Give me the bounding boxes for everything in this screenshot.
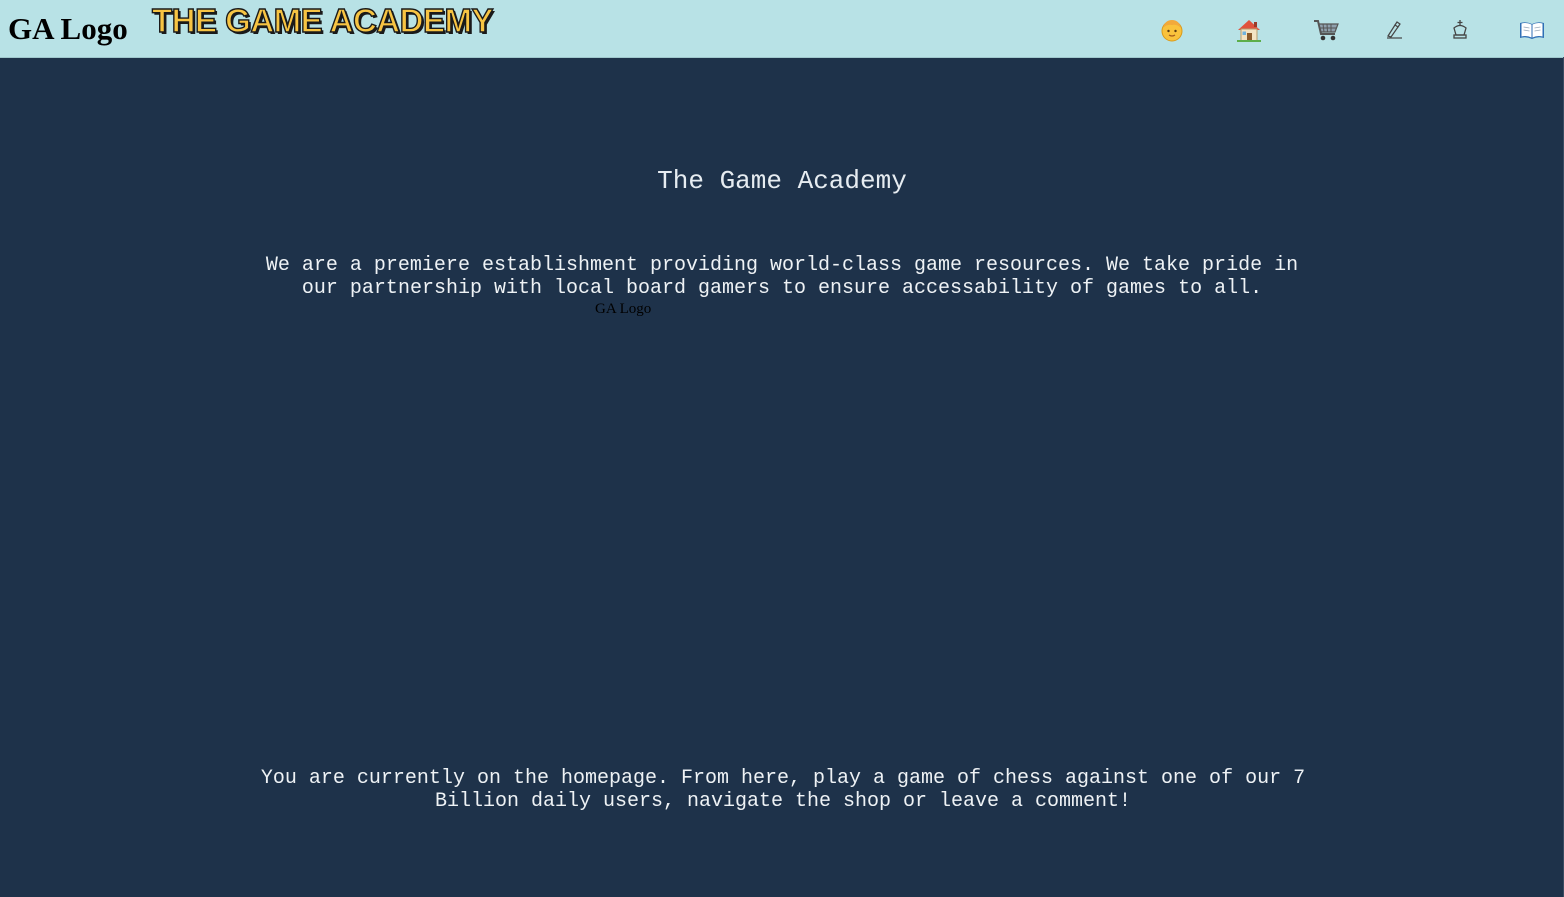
home-icon	[1235, 17, 1263, 43]
homepage-note: You are currently on the homepage. From …	[260, 767, 1306, 813]
nav-comment-link[interactable]	[1377, 12, 1413, 48]
brand-title: THE GAME ACADEMY	[151, 1, 494, 39]
nav-profile-link[interactable]	[1154, 12, 1190, 48]
site-logo[interactable]: GA Logo	[8, 9, 128, 49]
chess-king-icon	[1450, 19, 1470, 41]
page-title: The Game Academy	[657, 166, 907, 196]
page: GA Logo THE GAME ACADEMY The Game Academ…	[0, 0, 1564, 897]
writing-hand-icon	[1385, 20, 1405, 40]
nav-chess-link[interactable]	[1442, 12, 1478, 48]
intro-paragraph: We are a premiere establishment providin…	[265, 254, 1299, 300]
nav-home-link[interactable]	[1231, 12, 1267, 48]
shopping-cart-icon	[1312, 17, 1340, 43]
open-book-icon	[1518, 18, 1546, 42]
user-face-icon	[1159, 17, 1185, 43]
ga-logo-image: GA Logo	[595, 301, 652, 317]
nav-shop-link[interactable]	[1308, 12, 1344, 48]
nav-rules-link[interactable]	[1514, 12, 1550, 48]
site-header: GA Logo THE GAME ACADEMY	[0, 0, 1564, 58]
